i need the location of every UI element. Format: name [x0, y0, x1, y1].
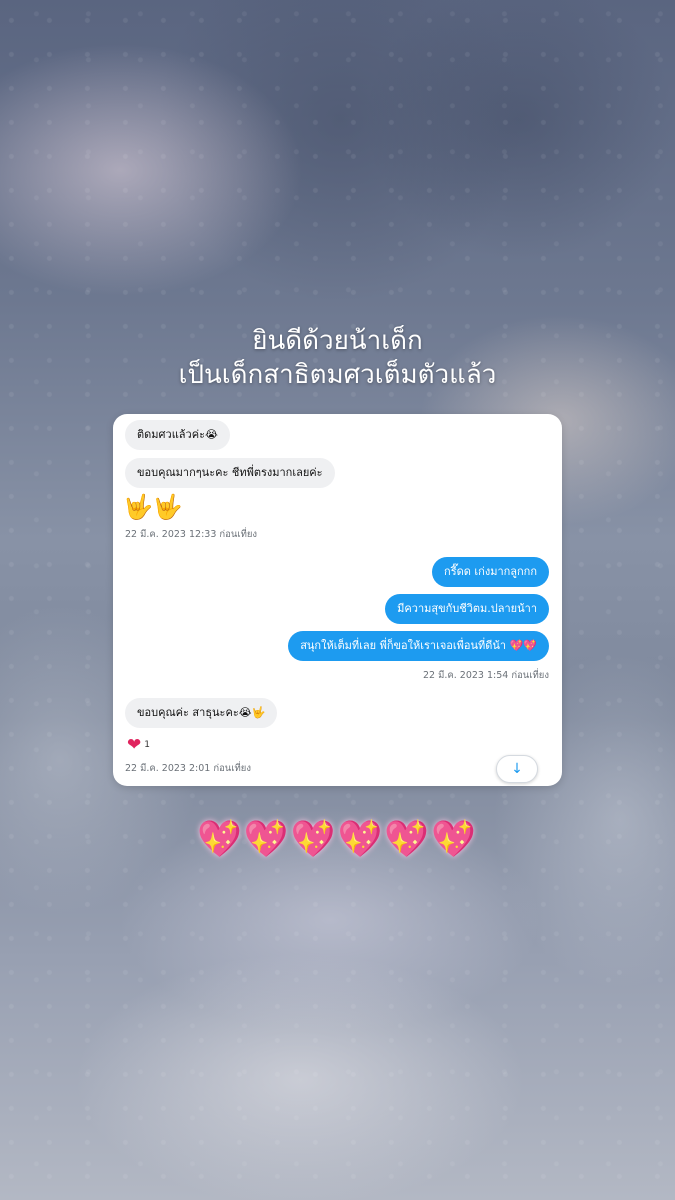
message-timestamp: 22 มี.ค. 2023 2:01 ก่อนเที่ยง — [125, 763, 252, 774]
chat-screenshot-card: ติดมศวแล้วค่ะ😭 ขอบคุณมากๆนะคะ ชีทพี่ตรงม… — [113, 414, 562, 786]
message-bubble-sent[interactable]: มีความสุขกับชีวิตม.ปลายน้าา — [385, 594, 549, 624]
headline-line-1: ยินดีด้วยน้าเด็ก — [252, 326, 423, 356]
heart-icon: ❤ — [127, 735, 142, 755]
message-bubble-received[interactable]: ขอบคุณค่ะ สาธุนะคะ😭🤟 — [125, 698, 278, 728]
message-bubble-sent[interactable]: กรี๊ดด เก่งมากลูกกก — [432, 557, 549, 587]
reaction-count: 1 — [144, 740, 150, 750]
scroll-to-bottom-button[interactable]: ↓ — [496, 755, 538, 783]
message-bubble-received[interactable]: ขอบคุณมากๆนะคะ ชีทพี่ตรงมากเลยค่ะ — [125, 458, 335, 488]
headline: ยินดีด้วยน้าเด็ก เป็นเด็กสาธิตมศวเต็มตัว… — [0, 324, 675, 392]
message-timestamp: 22 มี.ค. 2023 1:54 ก่อนเที่ยง — [422, 670, 549, 681]
message-timestamp: 22 มี.ค. 2023 12:33 ก่อนเที่ยง — [125, 529, 258, 540]
headline-line-2: เป็นเด็กสาธิตมศวเต็มตัวแล้ว — [178, 360, 497, 390]
message-bubble-sent[interactable]: สนุกให้เต็มที่เลย พี่ก็ขอให้เราเจอเพื่อน… — [288, 631, 549, 661]
sparkling-hearts-row: 💖💖💖💖💖💖 — [197, 819, 478, 860]
message-reaction[interactable]: ❤ 1 — [127, 736, 150, 754]
emoji-message[interactable]: 🤟🤟 — [123, 492, 183, 522]
arrow-down-icon: ↓ — [511, 761, 523, 777]
message-bubble-received[interactable]: ติดมศวแล้วค่ะ😭 — [125, 420, 230, 450]
